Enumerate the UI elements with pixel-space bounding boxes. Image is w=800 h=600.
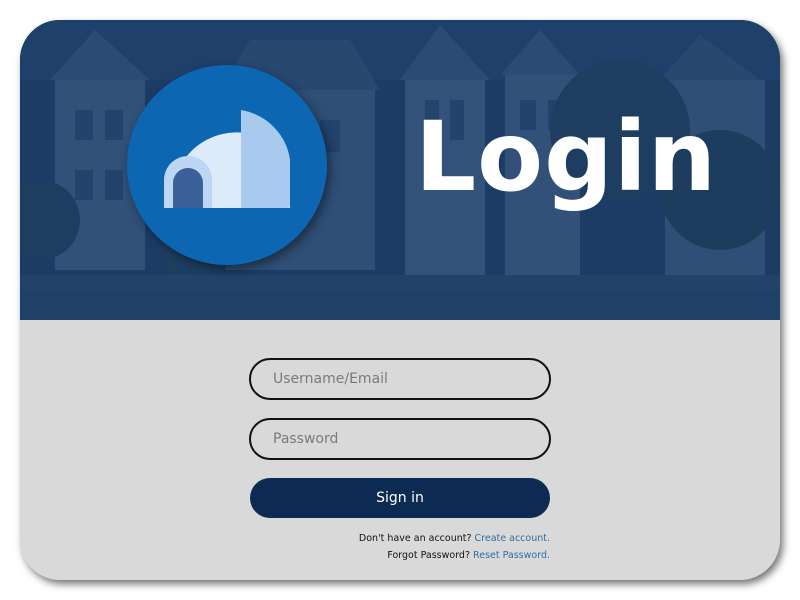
reset-line: Forgot Password? Reset Password. bbox=[249, 547, 550, 564]
igloo-icon bbox=[164, 110, 290, 208]
reset-password-link[interactable]: Reset Password. bbox=[473, 550, 550, 561]
create-account-link[interactable]: Create account. bbox=[475, 533, 550, 544]
signup-prompt: Don't have an account? bbox=[358, 533, 472, 544]
page-title: Login bbox=[415, 101, 718, 213]
login-form: Sign in Don't have an account? Create ac… bbox=[249, 358, 551, 564]
reset-prompt: Forgot Password? bbox=[387, 550, 471, 561]
hero-banner: Login bbox=[20, 20, 780, 320]
password-input[interactable] bbox=[249, 418, 551, 460]
username-input[interactable] bbox=[249, 358, 551, 400]
account-links: Don't have an account? Create account. F… bbox=[249, 530, 551, 564]
logo-badge bbox=[127, 65, 327, 265]
signup-line: Don't have an account? Create account. bbox=[249, 530, 550, 547]
login-card: Login Sign in Don't have an account? Cre… bbox=[20, 20, 780, 580]
sign-in-button[interactable]: Sign in bbox=[250, 478, 550, 518]
